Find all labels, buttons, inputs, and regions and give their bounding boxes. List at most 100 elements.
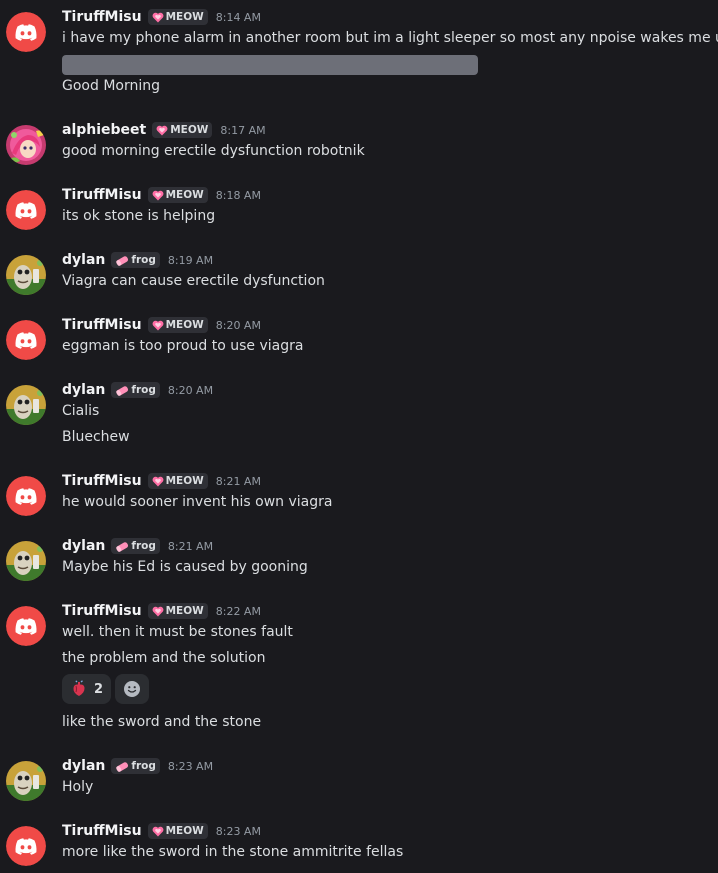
- timestamp[interactable]: 8:21 AM: [216, 475, 261, 488]
- timestamp[interactable]: 8:18 AM: [216, 189, 261, 202]
- message: TiruffMisu MEOW 8:14 AM i have my phone …: [0, 6, 718, 96]
- message: dylan frog 8:20 AM Cialis Bluechew: [0, 379, 718, 449]
- avatar[interactable]: [6, 125, 46, 165]
- heart-icon: [152, 476, 164, 486]
- server-tag[interactable]: frog: [111, 758, 160, 774]
- message: dylan frog 8:19 AM Viagra can cause erec…: [0, 249, 718, 299]
- heart-icon: [152, 12, 164, 22]
- message-text: the problem and the solution: [62, 650, 266, 666]
- message: alphiebeet MEOW 8:17 AM good morning ere…: [0, 119, 718, 169]
- tag-label: MEOW: [165, 319, 204, 331]
- frog-avatar-image: [6, 541, 46, 581]
- server-tag[interactable]: MEOW: [147, 9, 208, 25]
- message-text: Bluechew: [62, 429, 130, 445]
- timestamp[interactable]: 8:23 AM: [168, 760, 213, 773]
- eraser-icon: [116, 255, 129, 266]
- server-tag[interactable]: frog: [111, 252, 160, 268]
- avatar[interactable]: [6, 606, 46, 646]
- message-text: Good Morning: [62, 78, 160, 94]
- username[interactable]: dylan: [62, 252, 105, 268]
- timestamp[interactable]: 8:20 AM: [168, 384, 213, 397]
- message-text: he would sooner invent his own viagra: [62, 494, 333, 510]
- tag-label: MEOW: [165, 605, 204, 617]
- heart-icon: [152, 606, 164, 616]
- tag-label: MEOW: [165, 475, 204, 487]
- avatar[interactable]: [6, 385, 46, 425]
- server-tag[interactable]: MEOW: [152, 122, 213, 138]
- message: dylan frog 8:21 AM Maybe his Ed is cause…: [0, 535, 718, 585]
- eraser-icon: [116, 761, 129, 772]
- tag-label: frog: [131, 760, 156, 772]
- username[interactable]: TiruffMisu: [62, 603, 142, 619]
- discord-logo-icon: [6, 190, 46, 230]
- avatar[interactable]: [6, 476, 46, 516]
- eraser-icon: [116, 541, 129, 552]
- message: TiruffMisu MEOW 8:23 AM more like the sw…: [0, 820, 718, 870]
- tag-label: frog: [131, 540, 156, 552]
- reaction-button[interactable]: 2: [62, 674, 112, 704]
- username[interactable]: TiruffMisu: [62, 823, 142, 839]
- username[interactable]: TiruffMisu: [62, 187, 142, 203]
- username[interactable]: TiruffMisu: [62, 9, 142, 25]
- message-text: i have my phone alarm in another room bu…: [62, 30, 718, 46]
- avatar[interactable]: [6, 826, 46, 866]
- heart-icon: [152, 826, 164, 836]
- server-tag[interactable]: frog: [111, 382, 160, 398]
- frog-avatar-image: [6, 255, 46, 295]
- timestamp[interactable]: 8:20 AM: [216, 319, 261, 332]
- server-tag[interactable]: MEOW: [147, 823, 208, 839]
- message-text: Viagra can cause erectile dysfunction: [62, 273, 325, 289]
- server-tag[interactable]: frog: [111, 538, 160, 554]
- tag-label: frog: [131, 254, 156, 266]
- heart-icon: [152, 190, 164, 200]
- anatomical-heart-icon: [73, 680, 85, 696]
- timestamp[interactable]: 8:19 AM: [168, 254, 213, 267]
- heart-icon: [152, 320, 164, 330]
- server-tag[interactable]: MEOW: [147, 603, 208, 619]
- add-reaction-button[interactable]: [115, 674, 150, 704]
- username[interactable]: dylan: [62, 382, 105, 398]
- message-text: Holy: [62, 779, 94, 795]
- tag-label: MEOW: [170, 124, 209, 136]
- discord-logo-icon: [6, 476, 46, 516]
- message-text: well. then it must be stones fault: [62, 624, 293, 640]
- message-list: TiruffMisu MEOW 8:14 AM i have my phone …: [0, 0, 718, 873]
- message: dylan frog 8:23 AM Holy: [0, 755, 718, 805]
- message: TiruffMisu MEOW 8:22 AM well. then it mu…: [0, 600, 718, 740]
- spoiler-text[interactable]: [62, 55, 478, 75]
- message-text: eggman is too proud to use viagra: [62, 338, 304, 354]
- username[interactable]: TiruffMisu: [62, 473, 142, 489]
- username[interactable]: dylan: [62, 538, 105, 554]
- discord-logo-icon: [6, 606, 46, 646]
- reaction-count: 2: [94, 681, 104, 697]
- timestamp[interactable]: 8:17 AM: [220, 124, 265, 137]
- username[interactable]: alphiebeet: [62, 122, 146, 138]
- message: TiruffMisu MEOW 8:18 AM its ok stone is …: [0, 184, 718, 234]
- message-text: like the sword and the stone: [62, 714, 262, 730]
- timestamp[interactable]: 8:22 AM: [216, 605, 261, 618]
- frog-avatar-image: [6, 761, 46, 801]
- avatar[interactable]: [6, 541, 46, 581]
- server-tag[interactable]: MEOW: [147, 187, 208, 203]
- avatar[interactable]: [6, 320, 46, 360]
- server-tag[interactable]: MEOW: [147, 317, 208, 333]
- avatar[interactable]: [6, 255, 46, 295]
- message: TiruffMisu MEOW 8:21 AM he would sooner …: [0, 470, 718, 520]
- username[interactable]: dylan: [62, 758, 105, 774]
- message-text: Cialis: [62, 403, 100, 419]
- avatar[interactable]: [6, 190, 46, 230]
- tag-label: MEOW: [165, 189, 204, 201]
- username[interactable]: TiruffMisu: [62, 317, 142, 333]
- tag-label: frog: [131, 384, 156, 396]
- avatar[interactable]: [6, 761, 46, 801]
- discord-logo-icon: [6, 320, 46, 360]
- avatar[interactable]: [6, 12, 46, 52]
- message-text: its ok stone is helping: [62, 208, 216, 224]
- heart-icon: [156, 125, 168, 135]
- frog-avatar-image: [6, 385, 46, 425]
- timestamp[interactable]: 8:23 AM: [216, 825, 261, 838]
- timestamp[interactable]: 8:14 AM: [216, 11, 261, 24]
- tag-label: MEOW: [165, 825, 204, 837]
- timestamp[interactable]: 8:21 AM: [168, 540, 213, 553]
- server-tag[interactable]: MEOW: [147, 473, 208, 489]
